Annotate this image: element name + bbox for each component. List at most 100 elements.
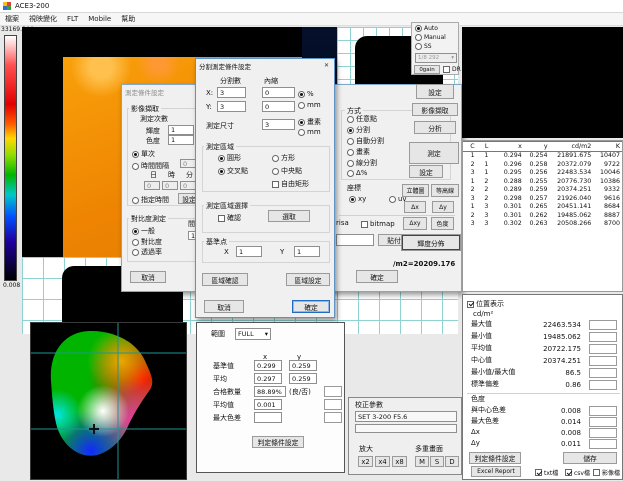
day-field[interactable]: 0 <box>144 181 160 190</box>
interval-radio[interactable]: 時間間隔 <box>132 161 169 171</box>
zoom-x4-button[interactable]: x4 <box>375 456 390 467</box>
maxdiff-field[interactable] <box>254 412 282 423</box>
interval-field[interactable]: 0 <box>180 159 196 168</box>
manual-radio[interactable]: Manual <box>415 34 446 41</box>
delta-x-button[interactable]: Δx <box>404 201 426 213</box>
single-radio[interactable]: 單次 <box>132 149 155 159</box>
circle-radio[interactable]: 圓形 <box>218 153 241 163</box>
average-x-field[interactable]: 0.297 <box>254 373 282 384</box>
auto-radio[interactable]: Auto <box>415 25 438 32</box>
close-icon[interactable]: ✕ <box>321 60 332 70</box>
ok-button[interactable]: 確定 <box>292 300 330 313</box>
cie-window[interactable] <box>30 322 187 480</box>
range-select[interactable]: FULL▾ <box>235 328 271 340</box>
calibration-value-field-2[interactable] <box>355 424 457 433</box>
pixel-radio[interactable]: 畫素 <box>347 147 370 157</box>
xy-radio[interactable]: xy <box>349 195 366 203</box>
save-button[interactable]: 儲存 <box>563 452 617 464</box>
mm-radio[interactable]: mm <box>298 101 321 109</box>
image-file-checkbox[interactable]: 影像檔 <box>593 468 620 477</box>
table-row[interactable]: 110.2940.25421891.67510407 <box>463 152 622 161</box>
contour-button[interactable]: 等高線 <box>431 184 459 197</box>
judge-conditions-button[interactable]: 判定條件設定 <box>252 436 304 448</box>
paste-field[interactable] <box>336 234 374 246</box>
y-inner-field[interactable]: 0 <box>262 101 295 112</box>
base-y-field[interactable]: 1 <box>294 246 320 257</box>
arbitrary-point-radio[interactable]: 任意點 <box>347 114 377 124</box>
multiscreen-s-button[interactable]: S <box>430 456 444 467</box>
free-rect-checkbox[interactable]: 自由矩形 <box>272 179 309 189</box>
luminance-distribution-button[interactable]: 輝度分佈 <box>402 235 460 250</box>
confirm-checkbox[interactable]: 確認 <box>218 213 241 223</box>
specified-time-radio[interactable]: 指定時間 <box>132 195 169 205</box>
minute-field[interactable]: 0 <box>180 181 196 190</box>
delta-pct-radio[interactable]: Δ% <box>347 169 367 177</box>
menu-item-file[interactable]: 檔案 <box>5 14 19 24</box>
bitmap-checkbox[interactable]: bitmap <box>361 220 395 228</box>
area-confirm-button[interactable]: 區域確認 <box>202 273 248 286</box>
base-x-field[interactable]: 1 <box>236 246 262 257</box>
pick-button[interactable]: 選取 <box>268 210 310 222</box>
delta-xy-button[interactable]: Δxy <box>403 217 427 230</box>
table-row[interactable]: 220.2890.25920374.2519332 <box>463 186 622 195</box>
line-split-radio[interactable]: 線分割 <box>347 158 377 168</box>
cancel-button[interactable]: 取消 <box>204 300 244 313</box>
average-y-field[interactable]: 0.259 <box>289 373 317 384</box>
pixel-radio[interactable]: 畫素 <box>298 117 321 127</box>
method-set-button[interactable]: 設定 <box>409 165 443 178</box>
multiscreen-m-button[interactable]: M <box>415 456 429 467</box>
dr-checkbox[interactable]: DR <box>443 66 461 73</box>
table-row[interactable]: 230.3010.26219485.0628887 <box>463 212 622 221</box>
excel-report-button[interactable]: Excel Report <box>471 466 521 477</box>
percent-radio[interactable]: % <box>298 90 314 98</box>
chroma-button[interactable]: 色度 <box>431 217 454 230</box>
menu-item-mobile[interactable]: Mobile <box>88 15 111 23</box>
right-preview-image[interactable] <box>462 27 623 138</box>
table-row[interactable]: 330.3020.26320508.2668700 <box>463 220 622 229</box>
solid-graph-button[interactable]: 立體圖 <box>402 184 429 197</box>
general-radio[interactable]: 一般 <box>132 226 155 236</box>
method-ok-button[interactable]: 確定 <box>356 270 398 283</box>
menu-item-view-change[interactable]: 視映變化 <box>29 14 57 24</box>
size-field[interactable]: 3 <box>262 119 295 130</box>
gain-button[interactable]: 0gain <box>414 65 440 74</box>
txt-file-checkbox[interactable]: txt檔 <box>535 468 558 477</box>
table-row[interactable]: 210.2960.25820372.0799722 <box>463 161 622 170</box>
auto-split-radio[interactable]: 自動分割 <box>347 136 384 146</box>
menu-item-help[interactable]: 幫助 <box>121 14 135 24</box>
transmittance-radio[interactable]: 透過率 <box>132 247 162 257</box>
pass-field[interactable]: 88.89% <box>254 386 286 397</box>
set-button[interactable]: 設定 <box>416 84 454 99</box>
mean-field[interactable]: 0.001 <box>254 399 282 410</box>
cancel-button[interactable]: 取消 <box>130 271 166 283</box>
table-row[interactable]: 310.2950.25622483.53410046 <box>463 169 622 178</box>
x-inner-field[interactable]: 0 <box>262 87 295 98</box>
shutter-select[interactable]: 1/8 292▾ <box>415 53 457 63</box>
zoom-x2-button[interactable]: x2 <box>358 456 373 467</box>
table-row[interactable]: 320.2980.25721926.0409616 <box>463 195 622 204</box>
center-point-radio[interactable]: 中央點 <box>272 166 302 176</box>
capture-button[interactable]: 影像擷取 <box>412 103 458 116</box>
calibration-value-field[interactable]: SET 3-200 F5.6 <box>355 411 457 422</box>
reference-x-field[interactable]: 0.299 <box>254 360 282 371</box>
y-divisions-field[interactable]: 3 <box>217 101 246 112</box>
area-set-button[interactable]: 區域設定 <box>286 273 330 286</box>
measure-button[interactable]: 測定 <box>409 142 459 164</box>
multiscreen-d-button[interactable]: D <box>445 456 459 467</box>
cross-point-radio[interactable]: 交叉點 <box>218 166 248 176</box>
reference-y-field[interactable]: 0.259 <box>289 360 317 371</box>
ss-radio[interactable]: SS <box>415 43 432 50</box>
chroma-count-field[interactable]: 1 <box>168 135 194 145</box>
menu-item-flt[interactable]: FLT <box>67 15 78 23</box>
hour-field[interactable]: 0 <box>162 181 178 190</box>
delta-y-button[interactable]: Δy <box>432 201 454 213</box>
analyze-button[interactable]: 分析 <box>414 121 456 134</box>
square-radio[interactable]: 方形 <box>272 153 295 163</box>
csv-file-checkbox[interactable]: csv檔 <box>565 468 590 477</box>
luminance-count-field[interactable]: 1 <box>168 125 194 135</box>
table-row[interactable]: 120.2880.25520776.73010386 <box>463 178 622 187</box>
contrast-radio[interactable]: 對比度 <box>132 237 162 247</box>
table-row[interactable]: 130.3010.26520451.1418684 <box>463 203 622 212</box>
zoom-x8-button[interactable]: x8 <box>392 456 407 467</box>
split-radio[interactable]: 分割 <box>347 125 370 135</box>
